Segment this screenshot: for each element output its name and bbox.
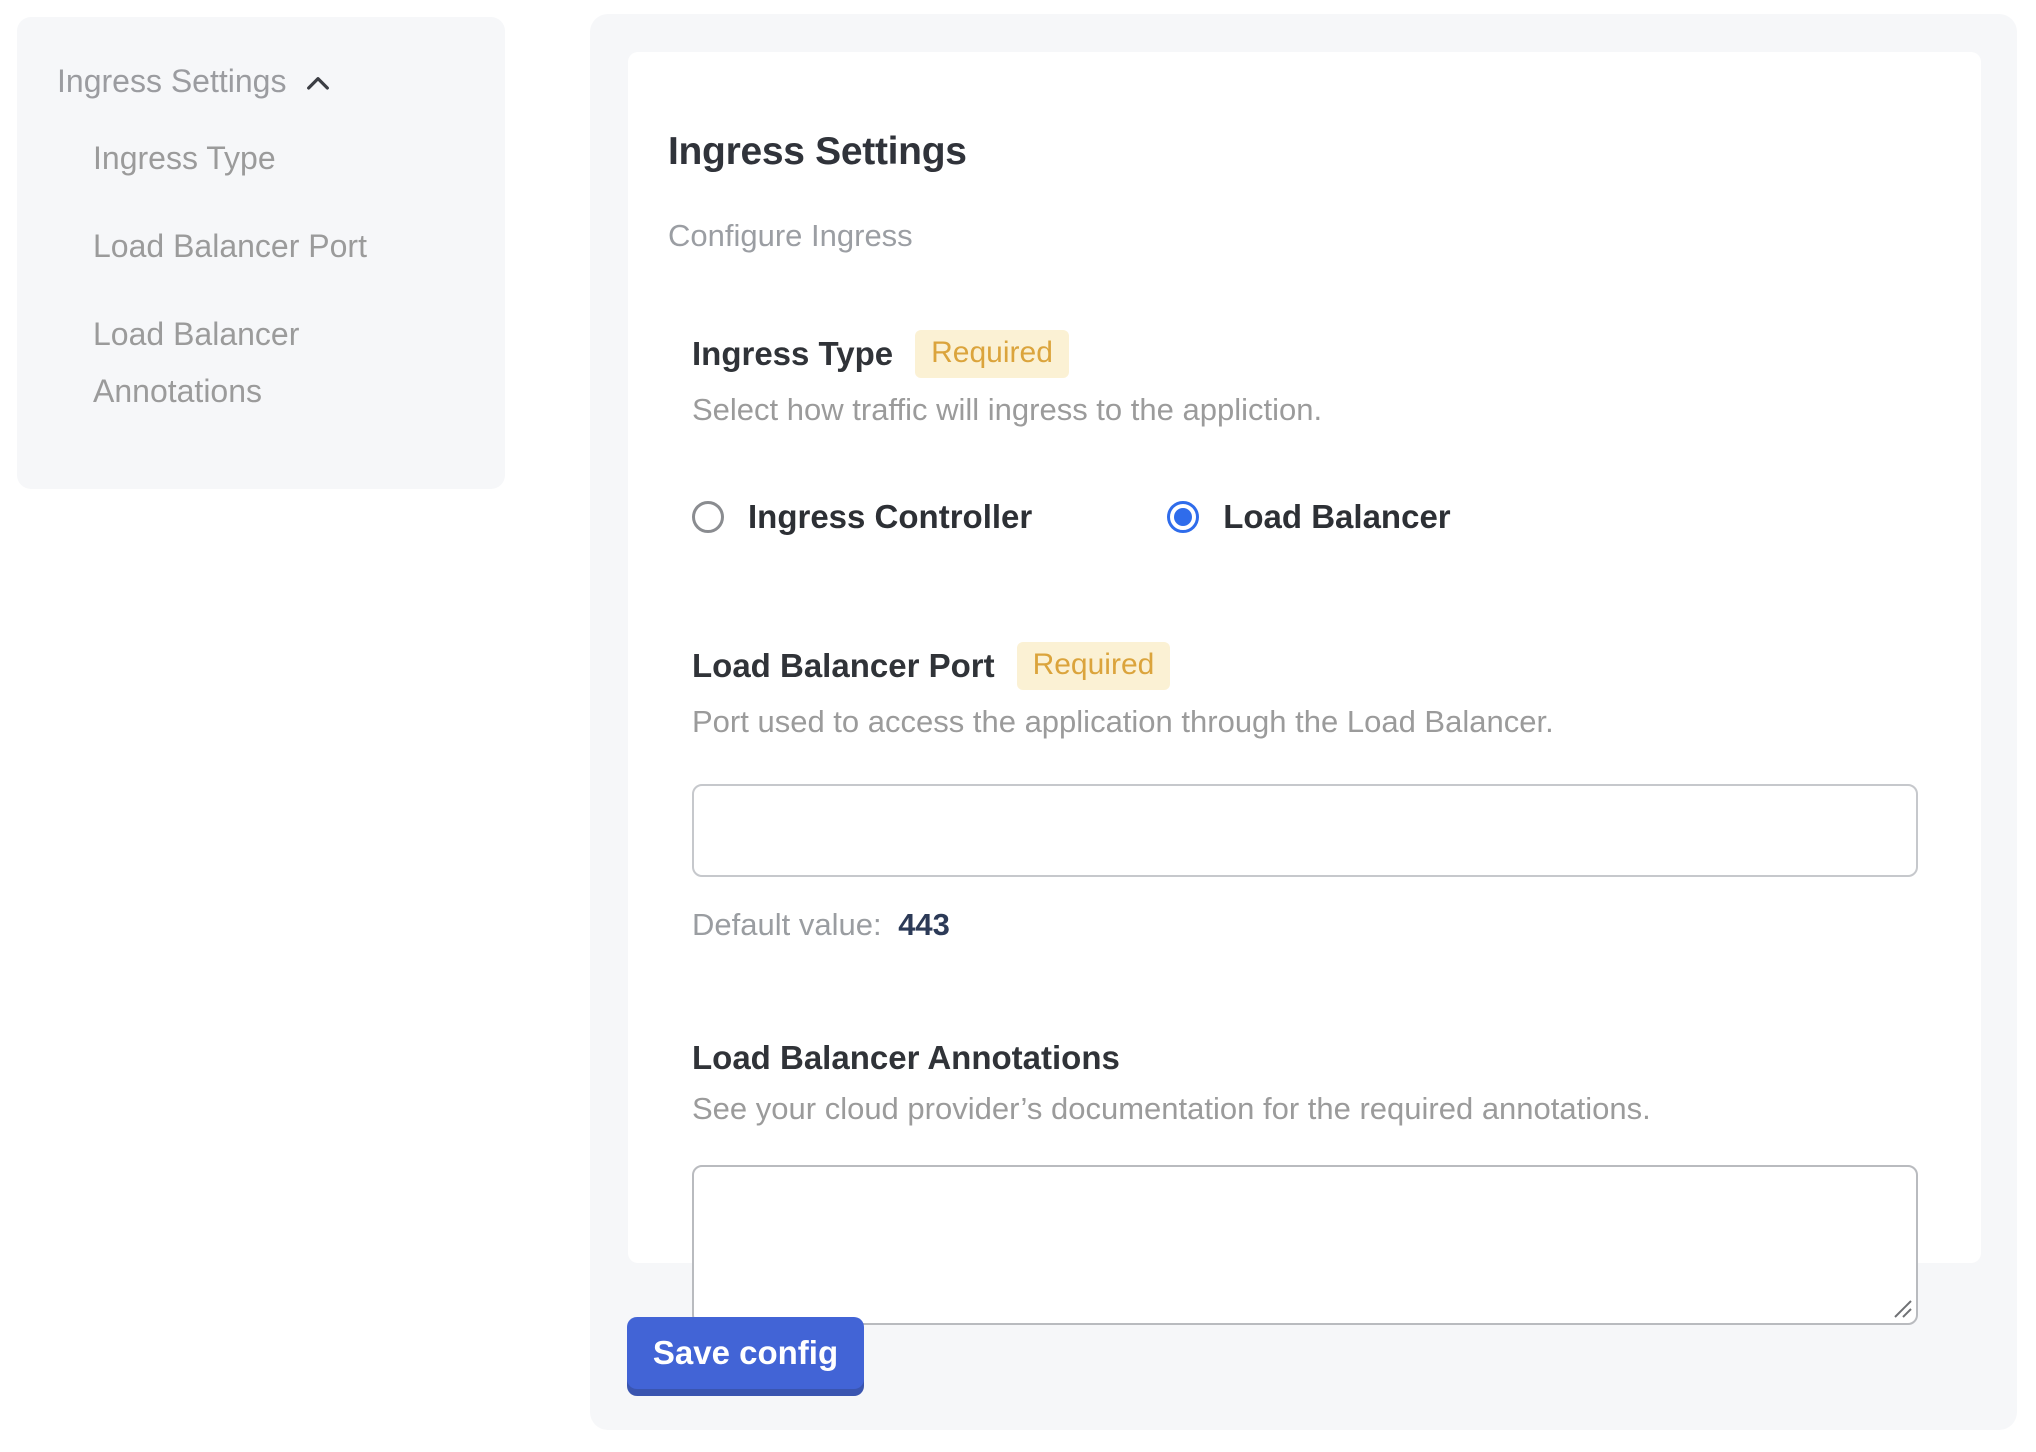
ingress-type-radio-group: Ingress Controller Load Balancer xyxy=(692,498,1917,536)
load-balancer-annotations-textarea[interactable] xyxy=(692,1165,1918,1325)
load-balancer-annotations-description: See your cloud provider’s documentation … xyxy=(692,1091,1917,1127)
sidebar-item-list: Ingress Type Load Balancer Port Load Bal… xyxy=(93,130,465,420)
required-badge: Required xyxy=(1017,642,1171,690)
page-subtitle: Configure Ingress xyxy=(668,218,1941,254)
load-balancer-port-heading: Load Balancer Port xyxy=(692,647,995,685)
default-value: 443 xyxy=(898,907,950,942)
save-config-button[interactable]: Save config xyxy=(627,1317,864,1389)
required-badge: Required xyxy=(915,330,1069,378)
section-ingress-type: Ingress Type Required Select how traffic… xyxy=(692,330,1917,536)
page-title: Ingress Settings xyxy=(668,130,1941,174)
sidebar-group-label: Ingress Settings xyxy=(57,63,286,100)
default-value-label: Default value: xyxy=(692,907,882,942)
ingress-type-heading: Ingress Type xyxy=(692,335,893,373)
section-load-balancer-port: Load Balancer Port Required Port used to… xyxy=(692,642,1917,943)
load-balancer-port-description: Port used to access the application thro… xyxy=(692,704,1917,740)
annotations-textarea-wrap xyxy=(692,1165,1918,1325)
default-value-row: Default value: 443 xyxy=(692,907,1917,943)
chevron-up-icon xyxy=(302,68,334,100)
ingress-type-description: Select how traffic will ingress to the a… xyxy=(692,392,1917,428)
radio-unselected-icon[interactable] xyxy=(692,501,724,533)
section-load-balancer-annotations: Load Balancer Annotations See your cloud… xyxy=(692,1039,1917,1325)
radio-ingress-controller-label: Ingress Controller xyxy=(748,498,1032,536)
radio-load-balancer-label: Load Balancer xyxy=(1223,498,1450,536)
sidebar-group-ingress-settings[interactable]: Ingress Settings xyxy=(57,63,465,100)
sidebar-item-load-balancer-annotations[interactable]: Load Balancer Annotations xyxy=(93,306,423,420)
config-nav-sidebar: Ingress Settings Ingress Type Load Balan… xyxy=(17,17,505,489)
ingress-settings-card: Ingress Settings Configure Ingress Ingre… xyxy=(628,52,1981,1263)
sidebar-item-ingress-type[interactable]: Ingress Type xyxy=(93,130,423,187)
settings-panel: Ingress Settings Configure Ingress Ingre… xyxy=(590,14,2017,1430)
load-balancer-port-input[interactable] xyxy=(692,784,1918,877)
radio-ingress-controller[interactable]: Ingress Controller xyxy=(692,498,1032,536)
sidebar-item-load-balancer-port[interactable]: Load Balancer Port xyxy=(93,218,423,275)
radio-load-balancer[interactable]: Load Balancer xyxy=(1167,498,1450,536)
load-balancer-annotations-heading: Load Balancer Annotations xyxy=(692,1039,1120,1077)
radio-selected-icon[interactable] xyxy=(1167,501,1199,533)
